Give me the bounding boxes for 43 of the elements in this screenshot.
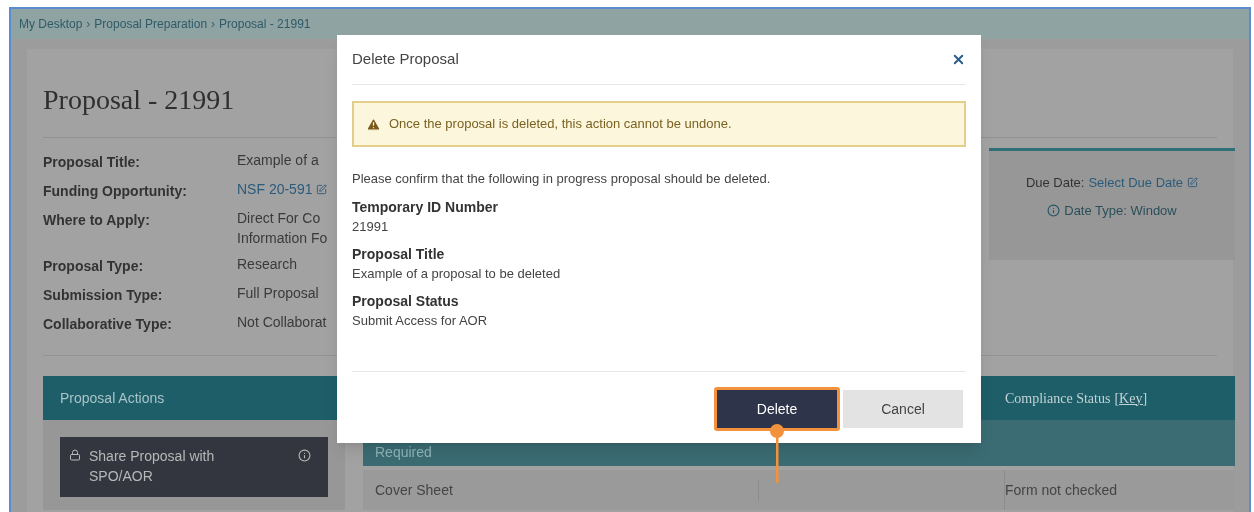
breadcrumb-separator: › [86, 16, 91, 33]
detail-label: Proposal Title: [43, 153, 141, 172]
share-button[interactable]: Share Proposal with SPO/AOR [60, 437, 328, 497]
dialog-title: Delete Proposal [352, 49, 459, 70]
info-icon[interactable] [1047, 203, 1061, 217]
breadcrumb-separator: › [211, 16, 216, 33]
funding-link[interactable]: NSF 20-591 [237, 179, 328, 199]
detail-label: Where to Apply: [43, 211, 151, 230]
field-value: Submit Access for AOR [352, 311, 489, 330]
edit-icon [1187, 177, 1199, 189]
field-label: Temporary ID Number [352, 197, 499, 217]
table-cell: Cover Sheet [363, 479, 759, 501]
table-cell-text: Form not checked [1005, 480, 1119, 500]
warning-icon [366, 116, 381, 132]
detail-value: Example of a [237, 151, 319, 170]
detail-value: Research [237, 255, 297, 274]
breadcrumb-link[interactable]: My Desktop [19, 15, 83, 33]
detail-value: Information Fo [237, 229, 328, 248]
detail-value: Direct For Co [237, 209, 322, 228]
external-link-icon [316, 183, 328, 195]
cancel-button[interactable]: Cancel [843, 390, 963, 428]
field-label: Proposal Title [352, 244, 446, 264]
breadcrumb-link[interactable]: Proposal Preparation [94, 15, 208, 33]
field-value: 21991 [352, 217, 390, 236]
detail-label: Funding Opportunity: [43, 182, 188, 201]
due-date-label: Due Date: [1025, 174, 1085, 192]
detail-label: Submission Type: [43, 286, 164, 305]
field-label: Proposal Status [352, 291, 460, 311]
detail-value: Full Proposal [237, 284, 319, 303]
column-header: Compliance Status [1005, 389, 1111, 408]
detail-label: Collaborative Type: [43, 315, 173, 334]
detail-label: Proposal Type: [43, 257, 145, 276]
delete-button[interactable]: Delete [717, 390, 837, 428]
detail-value: Not Collaborat [237, 313, 327, 332]
breadcrumb-link[interactable]: Proposal - 21991 [219, 15, 311, 33]
close-button[interactable] [951, 52, 966, 67]
field-value: Example of a proposal to be deleted [352, 264, 562, 283]
key-link[interactable]: [Key] [1114, 387, 1148, 409]
date-type: Date Type: Window [1064, 201, 1177, 220]
confirm-text: Please confirm that the following in progress proposal should be deleted. [352, 170, 772, 188]
due-date-link[interactable]: Select Due Date [1088, 173, 1199, 193]
warning-text: Once the proposal is deleted, this action cannot be undone. [389, 115, 732, 134]
info-icon[interactable] [298, 449, 311, 462]
